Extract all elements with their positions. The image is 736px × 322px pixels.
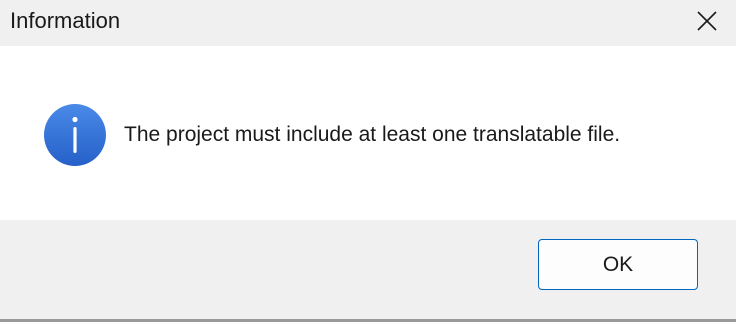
- close-button[interactable]: [678, 0, 736, 42]
- dialog-message: The project must include at least one tr…: [124, 123, 621, 146]
- info-icon: [43, 103, 107, 167]
- dialog-footer: OK: [0, 220, 736, 320]
- dialog-title: Information: [10, 8, 121, 33]
- ok-button[interactable]: OK: [538, 239, 698, 290]
- close-icon: [696, 10, 718, 32]
- information-dialog: Information The project must include at …: [0, 0, 736, 322]
- dialog-content: The project must include at least one tr…: [0, 46, 736, 220]
- title-bar[interactable]: Information: [0, 0, 736, 46]
